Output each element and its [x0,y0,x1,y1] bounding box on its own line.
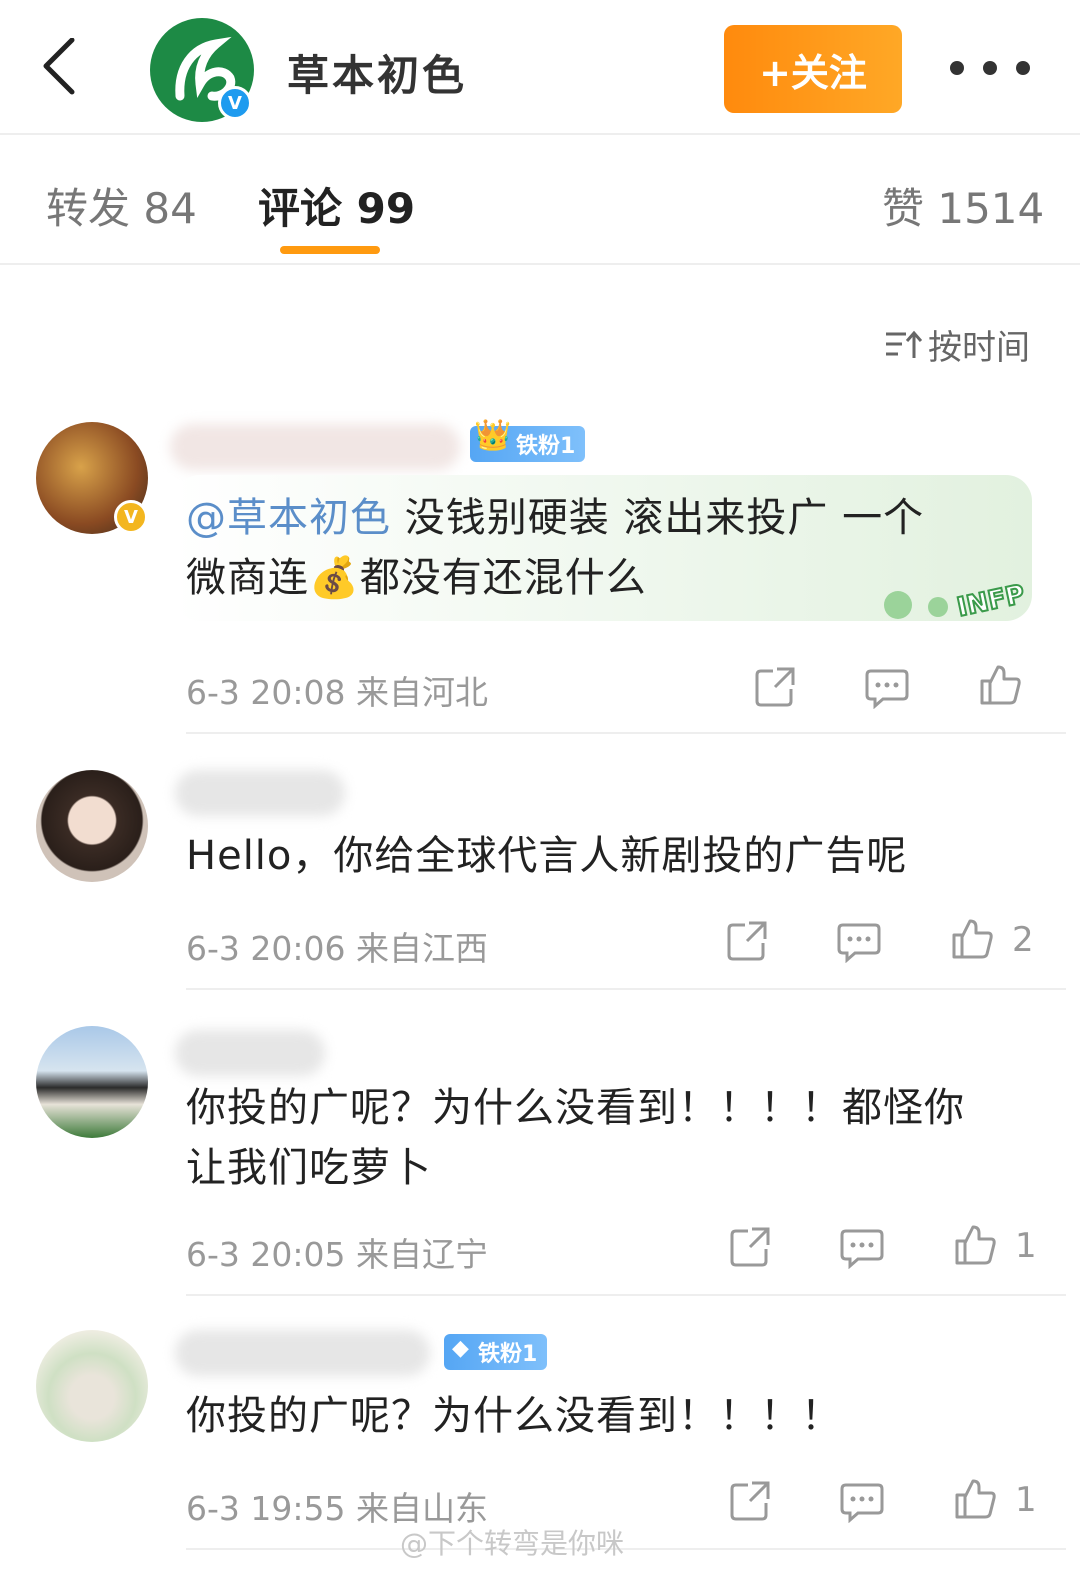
like-icon[interactable] [978,663,1022,707]
money-bag-icon: 💰 [309,555,360,601]
avatar[interactable] [36,770,148,882]
verified-badge-icon: V [114,500,148,534]
active-tab-indicator [280,246,380,254]
like-count: 2 [1012,920,1034,960]
avatar[interactable] [36,1330,148,1442]
divider [186,1548,1066,1550]
divider [186,988,1066,990]
tab-repost[interactable]: 转发 84 [46,175,197,236]
share-icon[interactable] [728,1225,772,1269]
comment-icon[interactable] [840,1225,884,1270]
avatar[interactable] [36,1026,148,1138]
divider [186,1294,1066,1296]
comment-meta: 6-3 20:05 来自辽宁 [186,1235,488,1274]
like-count: 1 [1015,1480,1037,1520]
fan-badge: ◆ 铁粉1 [444,1334,548,1370]
username-blurred[interactable] [175,1330,430,1376]
comment-item: Hello，你给全球代言人新剧投的广告呢 6-3 20:06 来自江西 2 [0,766,1080,1026]
comment-icon[interactable] [865,665,909,710]
comment-item: V 👑 铁粉1 INFP @草本初色 没钱别硬装 滚出来投广 一个 微商连💰都没… [0,418,1080,738]
top-bar: V 草本初色 +关注 [0,0,1080,135]
share-icon[interactable] [728,1479,772,1523]
like-icon[interactable] [953,1477,997,1521]
username-blurred[interactable] [170,424,460,470]
like-icon[interactable] [950,917,994,961]
tab-bar: 转发 84 评论 99 赞 1514 [0,135,1080,265]
comment-icon[interactable] [840,1479,884,1524]
comment-text: @草本初色 没钱别硬装 滚出来投广 一个 微商连💰都没有还混什么 [186,495,925,601]
fan-badge-label: 铁粉1 [516,434,576,459]
fan-badge-label: 铁粉1 [478,1342,538,1367]
girl-photo-avatar [36,770,148,882]
comment-text: 你投的广呢？为什么没看到！！！！ [186,1393,842,1439]
share-icon[interactable] [753,665,797,709]
like-count: 1 [1015,1226,1037,1266]
sort-icon [886,330,922,358]
username-blurred[interactable] [175,770,345,816]
divider [186,732,1066,734]
infp-text: INFP [954,580,1027,624]
fan-badge: 👑 铁粉1 [470,418,586,462]
comment-item: 你投的广呢？为什么没看到！！！！都怪你 让我们吃萝卜 6-3 20:05 来自辽… [0,1022,1080,1322]
sort-button[interactable]: 按时间 [884,320,1030,369]
person-photo-avatar [36,1026,148,1138]
comment-text: Hello，你给全球代言人新剧投的广告呢 [186,833,908,879]
comment-meta: 6-3 20:06 来自江西 [186,929,488,968]
watermark: @下个转弯是你咪 [400,1527,625,1560]
more-dots-icon[interactable] [950,58,1030,78]
diamond-icon: ◆ [452,1336,469,1361]
verified-badge-icon: V [218,86,252,120]
back-arrow-icon[interactable] [30,37,90,98]
koala-illustration-avatar [36,1330,148,1442]
avatar[interactable]: V [36,422,148,534]
page-title: 草本初色 [287,51,468,100]
comment-meta: 6-3 20:08 来自河北 [186,673,488,712]
tab-likes[interactable]: 赞 1514 [882,175,1044,236]
follow-button[interactable]: +关注 [724,25,902,113]
comment-icon[interactable] [837,919,881,964]
tab-comments[interactable]: 评论 99 [258,175,415,236]
username-blurred[interactable] [175,1030,325,1076]
sort-label: 按时间 [928,328,1030,368]
like-icon[interactable] [953,1223,997,1267]
comment-text: 你投的广呢？为什么没看到！！！！都怪你 让我们吃萝卜 [186,1085,965,1191]
mention-link[interactable]: @草本初色 [186,495,391,541]
crown-icon: 👑 [474,418,512,453]
share-icon[interactable] [725,919,769,963]
